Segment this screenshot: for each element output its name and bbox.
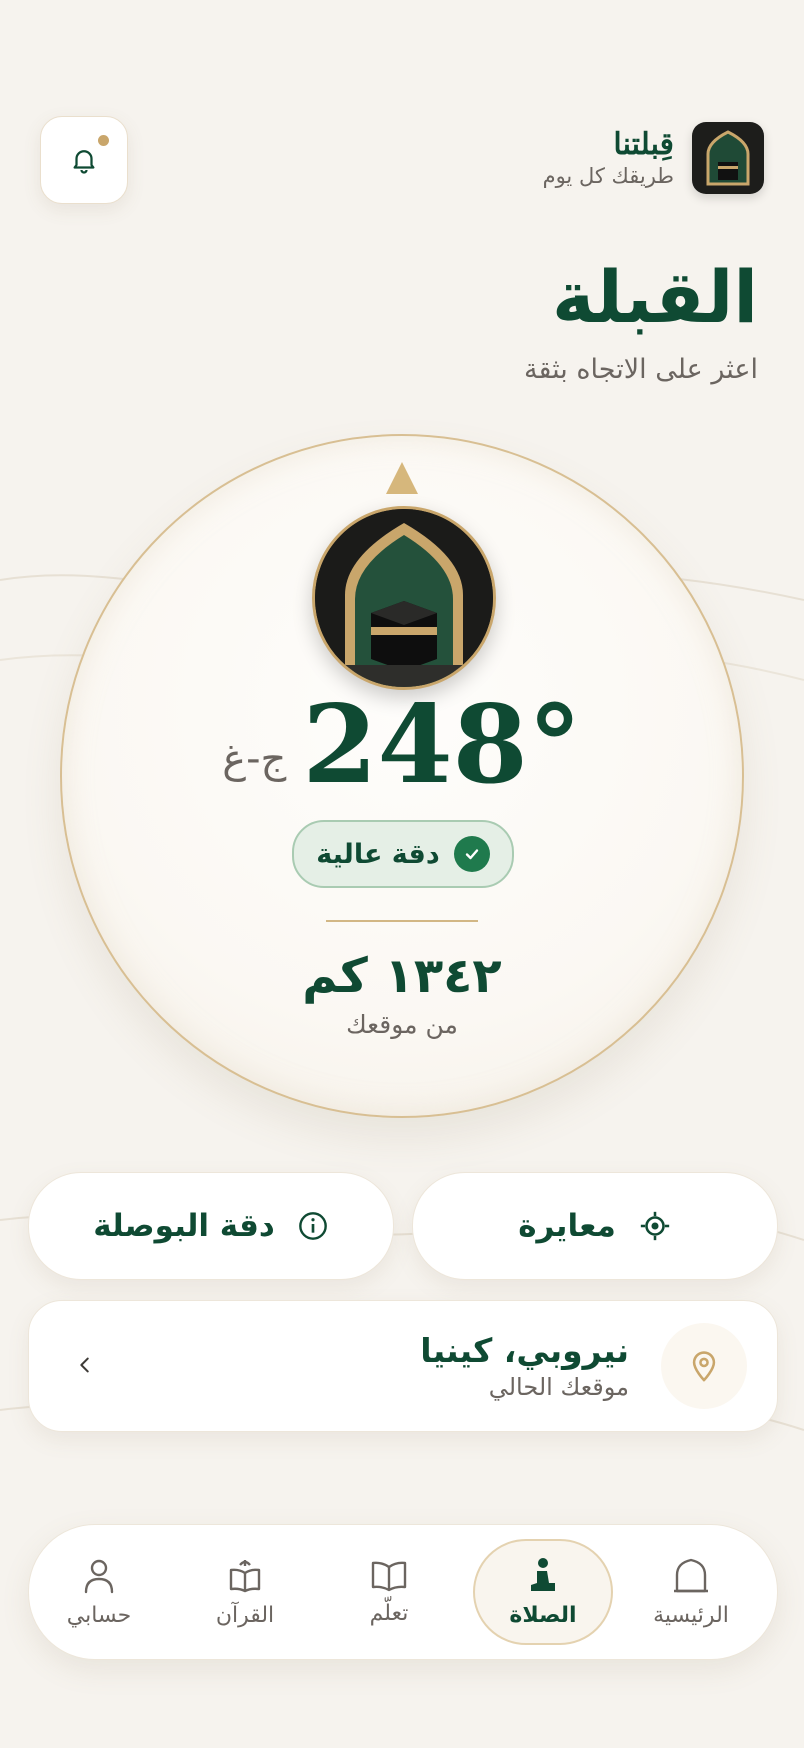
brand: قِبلتنا طريقك كل يوم xyxy=(543,122,764,194)
accuracy-label: دقة عالية xyxy=(316,838,440,870)
nav-item-learn[interactable]: تعلّم xyxy=(319,1539,459,1645)
location-pin-icon xyxy=(692,1351,716,1382)
bell-icon xyxy=(73,150,95,174)
bottom-navigation: الرئيسية الصلاة تعلّم القرآن حسابي xyxy=(28,1524,778,1660)
bearing-value: 248° xyxy=(302,682,582,808)
accuracy-badge: دقة عالية xyxy=(292,820,514,888)
calibrate-button[interactable]: معايرة xyxy=(412,1172,778,1280)
location-pin-container xyxy=(661,1323,747,1409)
compass-needle-icon xyxy=(386,462,418,494)
nav-label-home: الرئيسية xyxy=(653,1602,729,1628)
bearing-direction: ج-غ xyxy=(222,736,287,782)
page-title: القبلة xyxy=(552,255,758,339)
calibrate-icon xyxy=(640,1211,669,1241)
profile-icon xyxy=(84,1559,114,1593)
kaaba-icon xyxy=(315,509,493,687)
info-icon xyxy=(298,1212,327,1240)
notification-badge xyxy=(98,135,109,146)
nav-item-quran[interactable]: القرآن xyxy=(175,1539,315,1645)
nav-label-prayer: الصلاة xyxy=(509,1602,577,1628)
nav-label-learn: تعلّم xyxy=(369,1600,409,1626)
home-icon xyxy=(674,1558,708,1592)
app-logo xyxy=(692,122,764,194)
compass-accuracy-button[interactable]: دقة البوصلة xyxy=(28,1172,394,1280)
book-icon xyxy=(371,1561,407,1591)
notifications-button[interactable] xyxy=(40,116,128,204)
distance-value: ١٣٤٢ كم xyxy=(302,948,502,1004)
distance-caption: من موقعك xyxy=(346,1010,458,1039)
location-card[interactable]: نيروبي، كينيا موقعك الحالي xyxy=(28,1300,778,1432)
nav-item-prayer[interactable]: الصلاة xyxy=(473,1539,613,1645)
chevron-left-icon xyxy=(65,1345,105,1385)
prayer-icon xyxy=(531,1557,555,1591)
calibrate-label: معايرة xyxy=(518,1208,616,1244)
nav-item-home[interactable]: الرئيسية xyxy=(621,1539,761,1645)
page-subtitle: اعثر على الاتجاه بثقة xyxy=(524,354,758,385)
location-caption: موقعك الحالي xyxy=(488,1373,629,1401)
compass-divider xyxy=(326,920,478,922)
nav-label-quran: القرآن xyxy=(215,1602,275,1628)
kaaba-medallion xyxy=(312,506,496,690)
kaaba-arch-icon xyxy=(706,130,750,186)
check-icon xyxy=(453,836,490,872)
nav-label-profile: حسابي xyxy=(66,1602,132,1628)
location-city: نيروبي، كينيا xyxy=(420,1331,629,1370)
bearing-readout: ج-غ 248° xyxy=(0,690,804,800)
quran-icon xyxy=(229,1559,261,1592)
brand-tagline: طريقك كل يوم xyxy=(542,164,674,188)
compass-accuracy-label: دقة البوصلة xyxy=(93,1208,275,1244)
brand-name: قِبلتنا xyxy=(613,127,674,162)
nav-item-profile[interactable]: حسابي xyxy=(29,1539,169,1645)
